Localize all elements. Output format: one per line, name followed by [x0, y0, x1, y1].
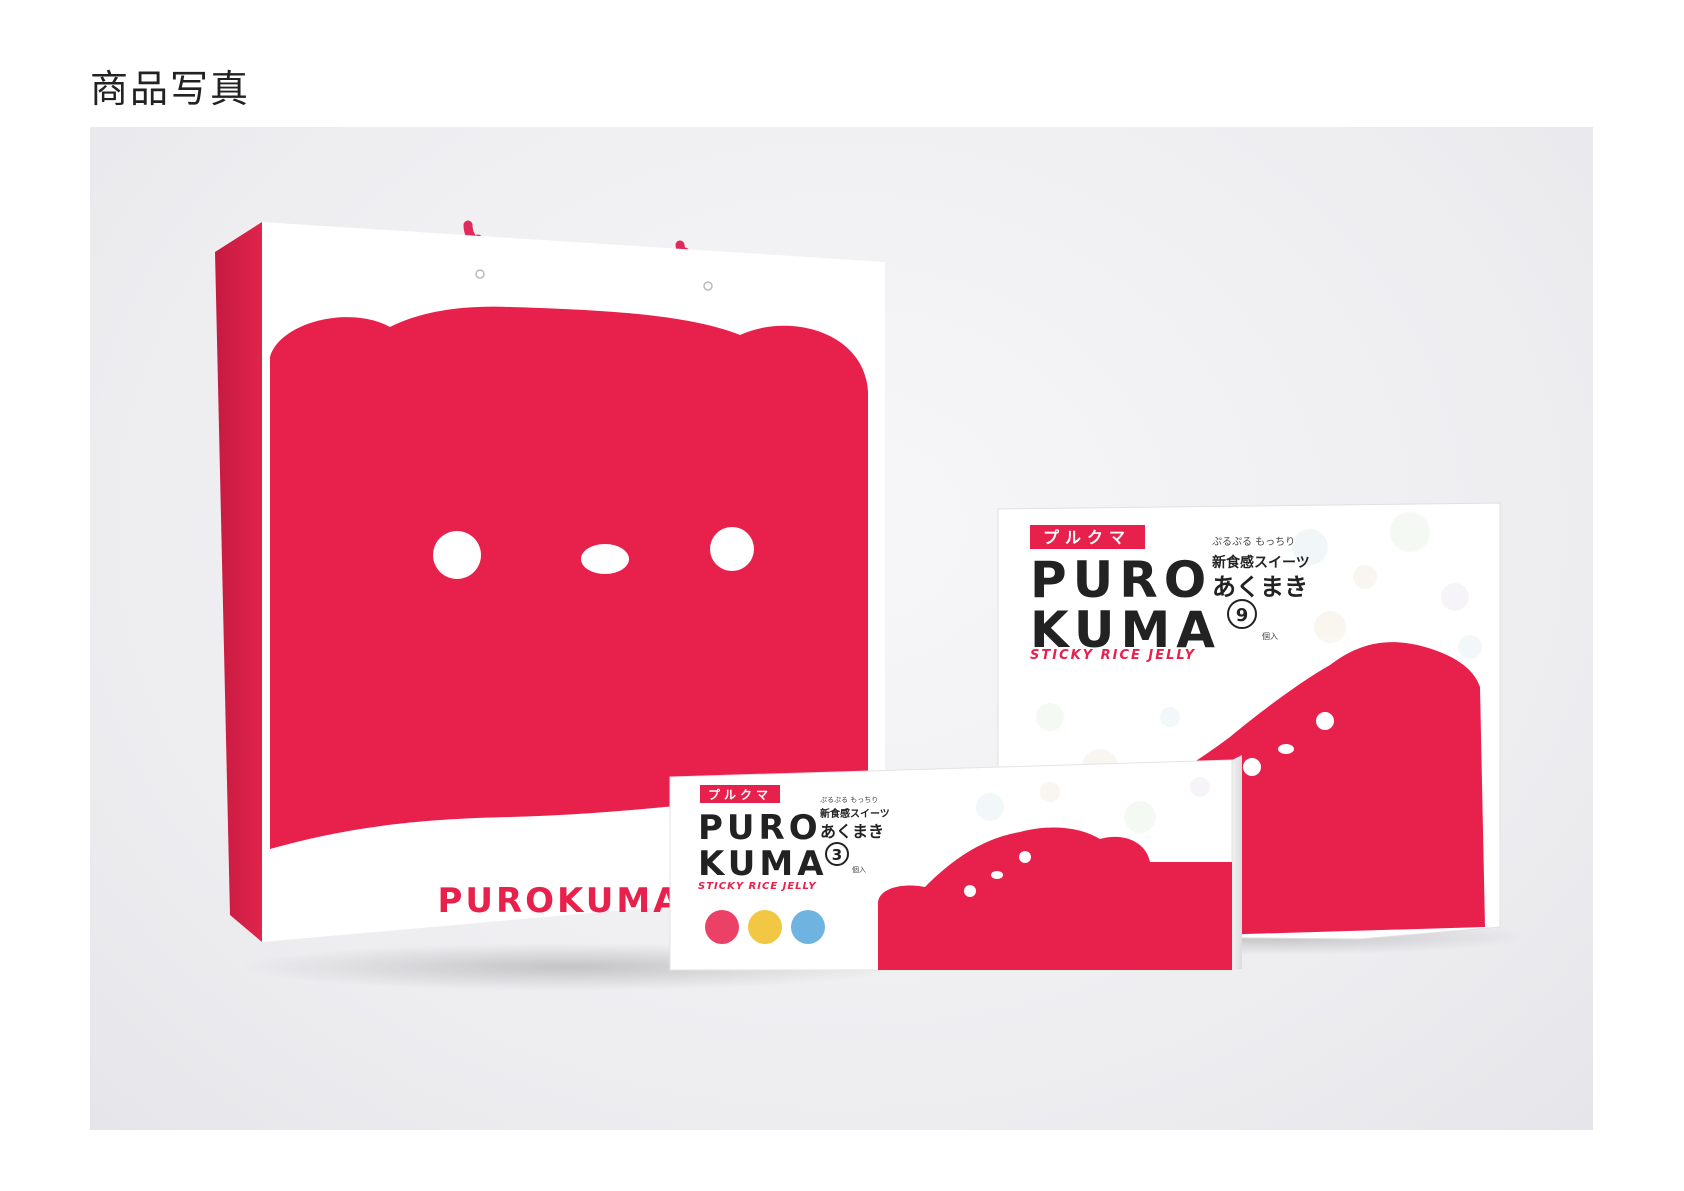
large-box-tagline-2: あくまき: [1212, 573, 1308, 601]
small-box-tagline-small: ぷるぷる もっちり: [820, 796, 878, 804]
page-title: 商品写真: [90, 67, 251, 111]
large-box-tagline-1: 新食感スイーツ: [1212, 554, 1310, 571]
large-box-tagline-small: ぷるぷる もっちり: [1212, 536, 1295, 548]
bag-logo-text: PUROKUMA: [437, 881, 682, 921]
product-photo: PUROKUMA プルクマ PURO KUMA ぷるぷる もっちり 新食感スイー…: [90, 127, 1593, 1130]
bear-face-shape: [270, 306, 868, 849]
bear-right-eye: [710, 527, 754, 571]
small-box-logo-line1: PURO: [698, 808, 822, 848]
small-box-tagline-1: 新食感スイーツ: [820, 807, 890, 820]
small-box-subtitle: STICKY RICE JELLY: [698, 881, 817, 892]
small-box-count-unit: 個入: [852, 865, 866, 874]
small-box-logo-line2: KUMA: [698, 844, 828, 884]
large-box-count-unit: 個入: [1262, 631, 1278, 641]
large-box-subtitle: STICKY RICE JELLY: [1030, 648, 1196, 663]
bear-left-eye: [433, 531, 481, 579]
large-box-katakana: プルクマ: [1043, 528, 1131, 547]
small-box-katakana: プルクマ: [708, 787, 772, 802]
large-box-count: 9: [1236, 605, 1249, 626]
small-box-count: 3: [832, 846, 842, 864]
bear-nose: [581, 544, 629, 574]
small-box-tagline-2: あくまき: [820, 822, 884, 841]
